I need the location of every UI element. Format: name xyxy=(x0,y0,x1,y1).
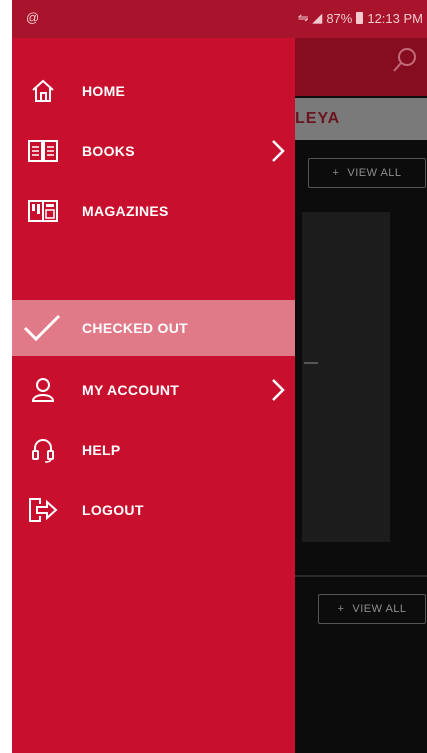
view-all-label: VIEW ALL xyxy=(352,603,407,615)
headphones-icon xyxy=(28,435,58,465)
menu-item-label: CHECKED OUT xyxy=(82,320,188,336)
banner-title: LEYA xyxy=(295,110,341,127)
menu-item-logout[interactable]: LOGOUT xyxy=(12,482,295,538)
navigation-drawer: HOME BOOKS MAGAZINES CHECKED OUT MY ACCO… xyxy=(12,38,295,753)
menu-item-label: BOOKS xyxy=(82,143,135,159)
view-all-label: VIEW ALL xyxy=(347,167,402,179)
content-card[interactable] xyxy=(302,212,390,542)
status-right: ⇋ ◢ 87% 12:13 PM xyxy=(298,10,423,26)
view-all-button[interactable]: + VIEW ALL xyxy=(308,158,426,188)
separator-dash xyxy=(304,362,318,364)
menu-item-magazines[interactable]: MAGAZINES xyxy=(12,183,295,239)
menu-item-label: MAGAZINES xyxy=(82,203,169,219)
books-icon xyxy=(28,136,58,166)
view-all-button-2[interactable]: + VIEW ALL xyxy=(318,594,426,624)
plus-icon: + xyxy=(337,603,345,615)
home-icon xyxy=(28,76,58,106)
menu-item-label: MY ACCOUNT xyxy=(82,382,180,398)
section-divider xyxy=(295,575,427,577)
menu-item-my-account[interactable]: MY ACCOUNT xyxy=(12,362,295,418)
status-bar: @ ⇋ ◢ 87% 12:13 PM xyxy=(12,0,427,38)
plus-icon: + xyxy=(332,167,340,179)
menu-item-checked-out[interactable]: CHECKED OUT xyxy=(12,300,295,356)
logout-icon xyxy=(28,495,58,525)
status-time: 12:13 PM xyxy=(367,10,423,26)
battery-percent: 87% xyxy=(326,10,353,26)
menu-item-label: LOGOUT xyxy=(82,502,144,518)
battery-icon xyxy=(356,12,364,24)
menu-item-home[interactable]: HOME xyxy=(12,63,295,119)
menu-item-books[interactable]: BOOKS xyxy=(12,123,295,179)
menu-item-help[interactable]: HELP xyxy=(12,422,295,478)
phone-screen: @ ⇋ ◢ 87% 12:13 PM LEYA + VIEW ALL + VIE… xyxy=(12,0,427,753)
chevron-right-icon[interactable] xyxy=(269,377,287,403)
chevron-right-icon[interactable] xyxy=(269,138,287,164)
menu-item-label: HOME xyxy=(82,83,126,99)
status-app-icon: @ xyxy=(26,10,40,25)
menu-item-label: HELP xyxy=(82,442,121,458)
checkmark-icon xyxy=(22,313,62,343)
search-icon[interactable] xyxy=(391,46,419,74)
signal-icon: ⇋ ◢ xyxy=(297,10,323,25)
user-icon xyxy=(28,375,58,405)
magazines-icon xyxy=(28,196,58,226)
